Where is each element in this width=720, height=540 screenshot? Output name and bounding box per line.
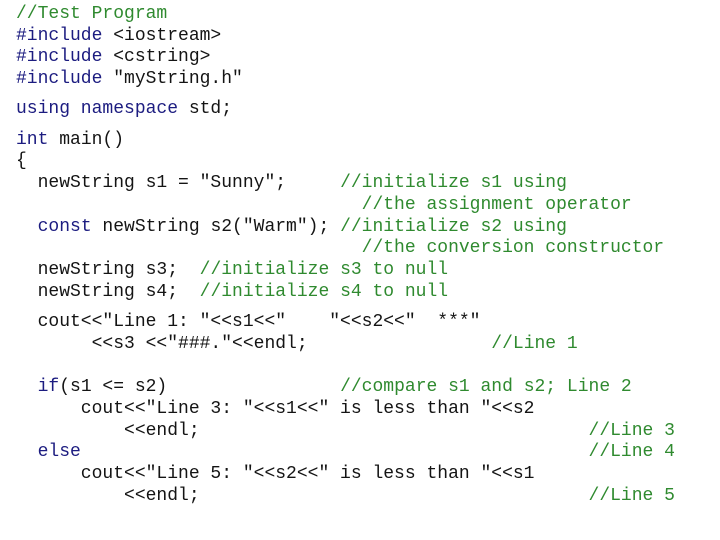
code-text: <<endl;: [16, 486, 200, 506]
code-line: //the assignment operator: [16, 195, 632, 216]
code-text: newString s1 = "Sunny";: [16, 173, 287, 193]
code-text: <<endl;: [16, 421, 200, 441]
code-comment: //the assignment operator: [361, 195, 632, 215]
code-comment: //the conversion constructor: [361, 238, 665, 258]
code-line: #include "myString.h": [16, 69, 243, 90]
code-text: "myString.h": [113, 69, 243, 89]
code-line: newString s4; //initialize s4 to null: [16, 282, 449, 303]
code-text: cout<<"Line 5: "<<s2<<" is less than "<<…: [16, 464, 535, 484]
code-comment: //Line 5: [588, 486, 675, 506]
code-keyword: int: [16, 130, 60, 150]
code-comment: //initialize s2 using: [340, 217, 567, 237]
code-comment: //Line 3: [588, 421, 675, 441]
code-text: newString s4;: [16, 282, 200, 302]
code-listing: //Test Program #include <iostream> #incl…: [0, 0, 720, 540]
code-line: newString s3; //initialize s3 to null: [16, 260, 449, 281]
code-text: cout<<"Line 3: "<<s1<<" is less than "<<…: [16, 399, 535, 419]
code-line: <<endl; //Line 5: [16, 486, 675, 507]
code-line: //the conversion constructor: [16, 238, 664, 259]
code-comment: //initialize s1 using: [340, 173, 567, 193]
code-keyword: if: [37, 377, 60, 397]
code-keyword: #include: [16, 26, 114, 46]
code-line: const newString s2("Warm"); //initialize…: [16, 217, 567, 238]
code-comment: //Line 4: [588, 442, 675, 462]
code-text: <cstring>: [113, 47, 211, 67]
code-keyword: #include: [16, 69, 114, 89]
code-comment: //Test Program: [16, 4, 168, 24]
code-text: main(): [59, 130, 125, 150]
code-keyword: using namespace: [16, 99, 189, 119]
code-keyword: #include: [16, 47, 114, 67]
code-line: #include <iostream>: [16, 26, 221, 47]
code-comment: //initialize s3 to null: [199, 260, 449, 280]
code-line: newString s1 = "Sunny"; //initialize s1 …: [16, 173, 567, 194]
code-line: using namespace std;: [16, 99, 232, 120]
code-line: cout<<"Line 3: "<<s1<<" is less than "<<…: [16, 399, 535, 420]
code-text: std;: [188, 99, 233, 119]
code-comment: //Line 1: [491, 334, 578, 354]
code-text: <iostream>: [113, 26, 222, 46]
code-line: int main(): [16, 130, 124, 151]
code-line: <<s3 <<"###."<<endl; //Line 1: [16, 334, 578, 355]
code-line: #include <cstring>: [16, 47, 210, 68]
code-text: newString s2("Warm");: [102, 217, 341, 237]
code-comment: //compare s1 and s2; Line 2: [340, 377, 632, 397]
code-text: cout<<"Line 1: "<<s1<<" "<<s2<<" ***": [16, 312, 481, 332]
code-line: {: [16, 151, 27, 172]
code-line: else //Line 4: [16, 442, 675, 463]
code-line: <<endl; //Line 3: [16, 421, 675, 442]
code-text: (s1 <= s2): [59, 377, 168, 397]
code-line: if(s1 <= s2) //compare s1 and s2; Line 2: [16, 377, 632, 398]
code-text: newString s3;: [16, 260, 200, 280]
code-keyword: else: [37, 442, 81, 462]
code-text: {: [16, 151, 27, 171]
code-keyword: const: [37, 217, 103, 237]
code-comment: //initialize s4 to null: [199, 282, 449, 302]
code-line: cout<<"Line 5: "<<s2<<" is less than "<<…: [16, 464, 535, 485]
code-line: //Test Program: [16, 4, 167, 25]
code-text: <<s3 <<"###."<<endl;: [16, 334, 308, 354]
code-line: cout<<"Line 1: "<<s1<<" "<<s2<<" ***": [16, 312, 481, 333]
